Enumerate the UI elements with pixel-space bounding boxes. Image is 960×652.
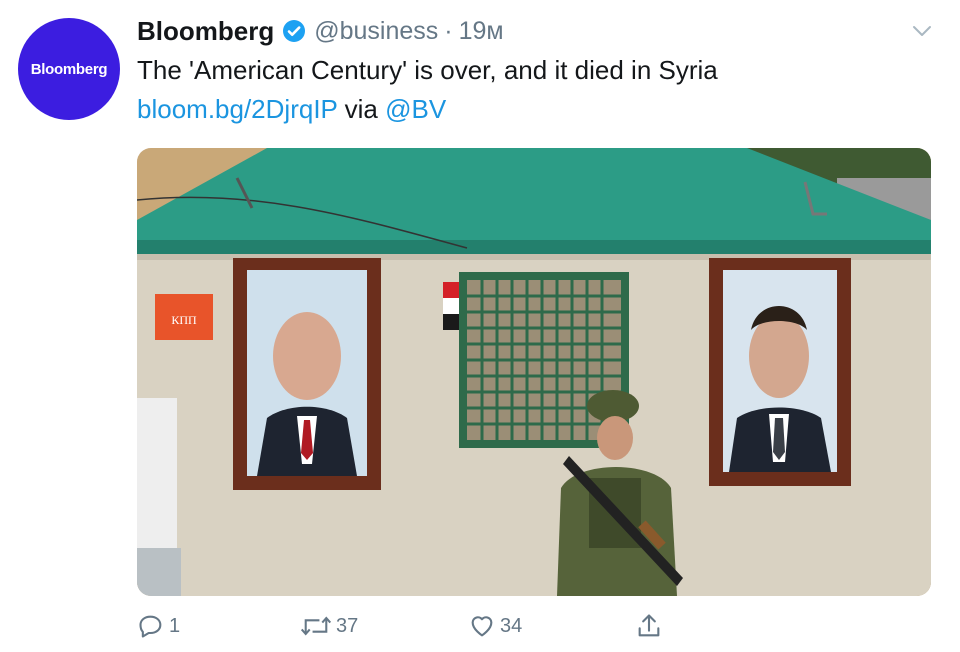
reply-count: 1 bbox=[169, 614, 181, 637]
via-text: via bbox=[344, 94, 378, 124]
avatar[interactable]: Bloomberg bbox=[18, 18, 120, 120]
retweet-count: 37 bbox=[336, 614, 359, 637]
heart-icon bbox=[471, 616, 493, 637]
reply-icon bbox=[139, 615, 162, 638]
share-icon bbox=[638, 614, 660, 637]
tweet-text: The 'American Century' is over, and it d… bbox=[137, 55, 718, 85]
author-name[interactable]: Bloomberg bbox=[137, 16, 274, 47]
like-button[interactable]: 34 bbox=[468, 612, 522, 640]
timestamp[interactable]: 19м bbox=[459, 17, 504, 46]
retweet-button[interactable]: 37 bbox=[300, 612, 358, 640]
tweet-header: Bloomberg @business · 19м bbox=[137, 12, 504, 50]
tweet-photo[interactable]: КПП bbox=[137, 148, 931, 596]
separator-dot: · bbox=[444, 16, 453, 45]
reply-button[interactable]: 1 bbox=[137, 612, 180, 640]
tweet-actions: 1 37 34 bbox=[137, 612, 937, 646]
tweet-text-line2: bloom.bg/2DjrqIP via @BV bbox=[137, 91, 446, 127]
like-count: 34 bbox=[500, 614, 523, 637]
chevron-down-icon[interactable] bbox=[910, 22, 934, 40]
share-button[interactable] bbox=[635, 612, 663, 640]
author-handle[interactable]: @business bbox=[314, 17, 438, 46]
kpp-sign: КПП bbox=[171, 313, 197, 327]
avatar-logo-text: Bloomberg bbox=[30, 60, 108, 78]
tweet-link[interactable]: bloom.bg/2DjrqIP bbox=[137, 94, 337, 124]
retweet-icon bbox=[300, 616, 332, 636]
verified-badge-icon bbox=[283, 20, 306, 42]
mention-link[interactable]: @BV bbox=[385, 94, 446, 124]
photo-illustration: КПП bbox=[137, 148, 931, 596]
